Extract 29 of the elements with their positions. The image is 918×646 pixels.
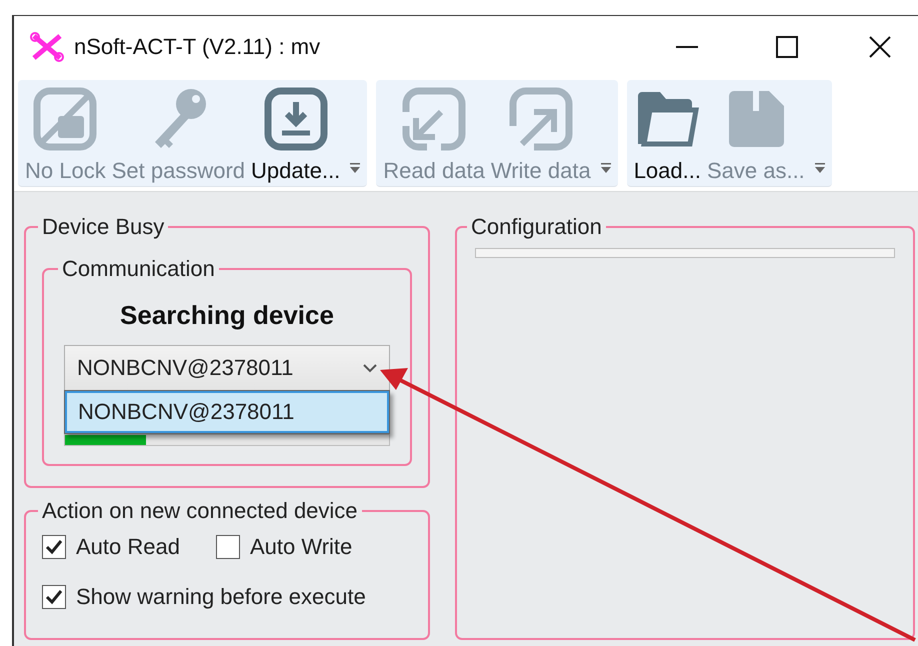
maximize-icon[interactable] [776, 36, 798, 58]
chevron-down-icon [363, 363, 377, 373]
checkbox[interactable] [42, 535, 66, 559]
status-text: Searching device [119, 300, 335, 331]
checkbox-option[interactable]: Auto Write [216, 534, 352, 560]
checkbox[interactable] [216, 535, 240, 559]
arrow-out-icon [508, 86, 574, 152]
group-title: Communication [61, 256, 216, 282]
toolbar-button[interactable]: Load... [630, 86, 704, 184]
group-title: Action on new connected device [41, 498, 359, 524]
crossed-lock-icon [32, 86, 98, 152]
checkbox[interactable] [42, 585, 66, 609]
app-logo-icon [30, 32, 64, 62]
toolbar-button[interactable]: Update... [248, 86, 344, 184]
dropdown-option[interactable]: NONBCNV@2378011 [65, 391, 389, 433]
device-dropdown[interactable]: NONBCNV@2378011 [64, 345, 390, 391]
group-title: Configuration [470, 214, 603, 240]
checkbox-label: Auto Read [76, 534, 180, 560]
checkbox-option[interactable]: Auto Read [42, 534, 180, 560]
overflow-caret-icon[interactable] [600, 162, 612, 174]
checkbox-label: Auto Write [250, 534, 352, 560]
group-title: Device Busy [41, 214, 166, 240]
arrow-in-icon [401, 86, 468, 152]
window-title: nSoft-ACT-T (V2.11) : mv [74, 34, 322, 60]
overflow-caret-icon[interactable] [814, 162, 826, 174]
download-icon [262, 86, 329, 152]
minimize-icon[interactable] [676, 46, 698, 48]
close-icon[interactable] [869, 36, 891, 58]
overflow-caret-icon[interactable] [349, 162, 362, 174]
